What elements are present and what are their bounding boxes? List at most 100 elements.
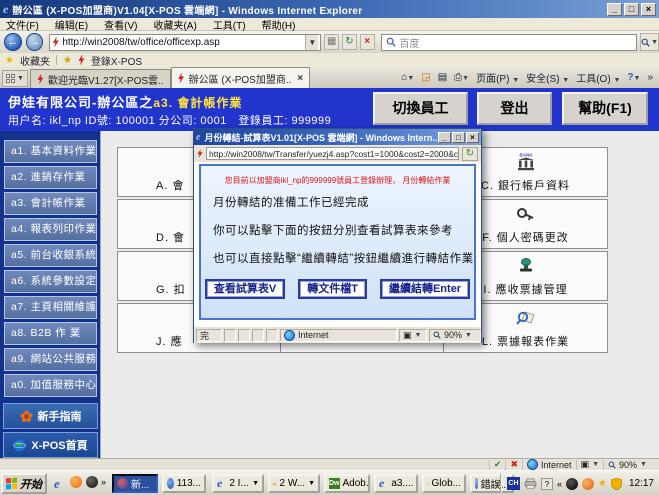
export-file-button[interactable]: 轉文件檔T xyxy=(298,279,367,299)
tab-office-active[interactable]: 辦公區 (X-POS加盟商.. × xyxy=(171,67,311,88)
qq-tray-icon[interactable] xyxy=(566,478,578,490)
address-input[interactable]: http://win2008/tw/office/officexp.asp ▼ xyxy=(49,34,321,51)
task-button-2[interactable]: 113... xyxy=(162,474,206,493)
task-label: Adob... xyxy=(343,478,371,489)
star-tray-icon[interactable]: ★ xyxy=(598,478,607,489)
refresh-icon[interactable]: ↻ xyxy=(342,34,357,50)
task-button-ie-group[interactable]: e 2 I... ▼ xyxy=(212,474,264,493)
blocked-icon: ✖ xyxy=(505,460,522,470)
sidebar-home-button[interactable]: X-POS首頁 xyxy=(3,432,98,458)
xpos-favicon-icon xyxy=(37,74,44,85)
popup-restore-button[interactable]: □ xyxy=(452,132,465,143)
zoom-value: 90% xyxy=(619,460,637,470)
quicklaunch-overflow-chevron[interactable]: » xyxy=(101,477,106,487)
popup-url[interactable]: http://win2008/tw/Transfer/yuezj4.asp?co… xyxy=(206,147,459,160)
folder-icon xyxy=(427,479,429,489)
task-label: 113... xyxy=(177,478,201,489)
help-icon[interactable]: ?▼ xyxy=(627,72,640,83)
back-icon[interactable]: ← xyxy=(4,33,22,51)
sidebar-item-a2[interactable]: a2. 進銷存作業 xyxy=(4,166,97,189)
favorites-link-xpos[interactable]: 登錄X-POS xyxy=(91,53,142,68)
task-button-1[interactable]: 新... xyxy=(112,474,158,493)
address-dropdown-icon[interactable]: ▼ xyxy=(305,35,318,50)
restore-button[interactable]: □ xyxy=(624,3,639,16)
favorites-label[interactable]: 收藏夹 xyxy=(20,53,50,68)
sidebar-item-a0[interactable]: a0. 加值服務中心 xyxy=(4,374,97,397)
forward-icon[interactable]: → xyxy=(26,33,44,51)
popup-minimize-button[interactable]: _ xyxy=(438,132,451,143)
task-label: a3.... xyxy=(391,478,413,489)
sidebar-item-a6[interactable]: a6. 系統參數設定 xyxy=(4,270,97,293)
printer-icon[interactable] xyxy=(524,478,537,489)
logout-button[interactable]: 登出(aQ) xyxy=(477,92,552,125)
sidebar-item-a4[interactable]: a4. 報表列印作業 xyxy=(4,218,97,241)
add-favorite-icon[interactable]: ★ xyxy=(63,55,72,66)
zoom-icon xyxy=(608,461,616,469)
protected-mode-icon[interactable]: ▣ ▼ xyxy=(576,460,603,470)
sidebar-item-a3[interactable]: a3. 會計帳作業 xyxy=(4,192,97,215)
menu-edit[interactable]: 编辑(E) xyxy=(55,17,88,32)
tab-welcome[interactable]: 歡迎光臨V1.27[X-POS雲.. xyxy=(30,69,171,88)
stop-icon[interactable]: × xyxy=(360,34,375,50)
tray-overflow-chevron[interactable]: « xyxy=(557,479,562,489)
menu-view[interactable]: 查看(V) xyxy=(104,17,137,32)
compatibility-icon[interactable]: ▦ xyxy=(324,34,339,50)
popup-zoom-control[interactable]: 90% ▼ xyxy=(429,329,481,342)
help-button[interactable]: 幫助(F1) xyxy=(562,92,648,125)
help-tray-icon[interactable]: ? xyxy=(541,478,553,490)
wangwang-tray-icon[interactable] xyxy=(582,478,594,490)
sidebar-item-a7[interactable]: a7. 主頁相關維護 xyxy=(4,296,97,319)
quicklaunch-wangwang-icon[interactable] xyxy=(70,476,82,488)
quick-tabs-icon[interactable]: ▼ xyxy=(2,70,28,87)
menu-help[interactable]: 帮助(H) xyxy=(262,17,296,32)
task-button-explorer-group[interactable]: 2 W... ▼ xyxy=(268,474,320,493)
zone-indicator: Internet xyxy=(522,460,576,470)
task-button-a3[interactable]: e a3.... xyxy=(374,474,418,493)
sidebar-item-a1[interactable]: a1. 基本資料作業 xyxy=(4,140,97,163)
close-button[interactable]: × xyxy=(641,3,656,16)
task-button-dreamweaver[interactable]: Dw Adob... xyxy=(324,474,370,493)
popup-protected-mode-icon[interactable]: ▣ ▼ xyxy=(399,329,427,342)
more-commands-chevron[interactable]: » xyxy=(647,72,653,83)
menu-favorites[interactable]: 收藏夹(A) xyxy=(153,17,196,32)
sidebar-item-a5[interactable]: a5. 前台收銀系統 xyxy=(4,244,97,267)
popup-refresh-icon[interactable]: ↻ xyxy=(462,147,478,161)
grid-glyph xyxy=(6,74,15,83)
search-input[interactable]: 百度 xyxy=(381,34,638,51)
sidebar-guide-button[interactable]: 新手指南 xyxy=(3,403,98,429)
tab-close-icon[interactable]: × xyxy=(297,73,303,84)
page-title: 伊娃有限公司-辦公區之a3. 會計帳作業 xyxy=(8,92,242,111)
address-toolbar: ← → http://win2008/tw/office/officexp.as… xyxy=(0,31,659,53)
quicklaunch-qq-icon[interactable] xyxy=(86,476,98,488)
clock[interactable]: 12:17 xyxy=(626,478,657,489)
shield-icon[interactable] xyxy=(611,478,622,490)
language-indicator[interactable]: CH xyxy=(507,477,520,490)
quicklaunch-ie-icon[interactable]: e xyxy=(54,476,68,490)
guide-label: 新手指南 xyxy=(38,408,82,424)
start-button[interactable]: 开始 xyxy=(1,473,47,494)
page-menu[interactable]: 页面(P) ▼ xyxy=(476,70,519,85)
task-button-global[interactable]: Glob... xyxy=(422,474,466,493)
safety-menu[interactable]: 安全(S) ▼ xyxy=(526,70,569,85)
zoom-control[interactable]: 90% ▼ xyxy=(603,460,659,470)
menu-tools[interactable]: 工具(T) xyxy=(213,17,246,32)
print-icon[interactable]: ⎙▼ xyxy=(454,72,469,83)
tools-menu[interactable]: 工具(O) ▼ xyxy=(576,70,620,85)
menu-file[interactable]: 文件(F) xyxy=(6,17,39,32)
command-bar: ⌂▼ ◲ ▤ ⎙▼ 页面(P) ▼ 安全(S) ▼ 工具(O) ▼ ?▼ » xyxy=(401,70,659,88)
window-titlebar: e 辦公區 (X-POS加盟商)V1.04[X-POS 雲端網] - Windo… xyxy=(0,0,659,18)
switch-employee-button[interactable]: 切換員工(aN) xyxy=(373,92,468,125)
view-trial-balance-button[interactable]: 查看試算表V xyxy=(205,279,285,299)
sidebar-item-a8[interactable]: a8. B2B 作 業 xyxy=(4,322,97,345)
minimize-button[interactable]: _ xyxy=(607,3,622,16)
continue-transfer-button[interactable]: 繼續結轉Enter xyxy=(380,279,470,299)
sidebar-item-a9[interactable]: a9. 網站公共服務 xyxy=(4,348,97,371)
popup-status-text: 完 xyxy=(196,329,222,342)
search-go-button[interactable]: ▼ xyxy=(640,33,659,51)
browser-statusbar: ✔ ✖ Internet ▣ ▼ 90% ▼ xyxy=(0,458,659,470)
xpos-favicon-icon xyxy=(178,73,185,84)
read-mail-icon[interactable]: ▤ xyxy=(438,72,447,83)
popup-close-button[interactable]: × xyxy=(466,132,479,143)
home-icon[interactable]: ⌂▼ xyxy=(401,72,414,83)
feeds-icon[interactable]: ◲ xyxy=(421,72,430,83)
